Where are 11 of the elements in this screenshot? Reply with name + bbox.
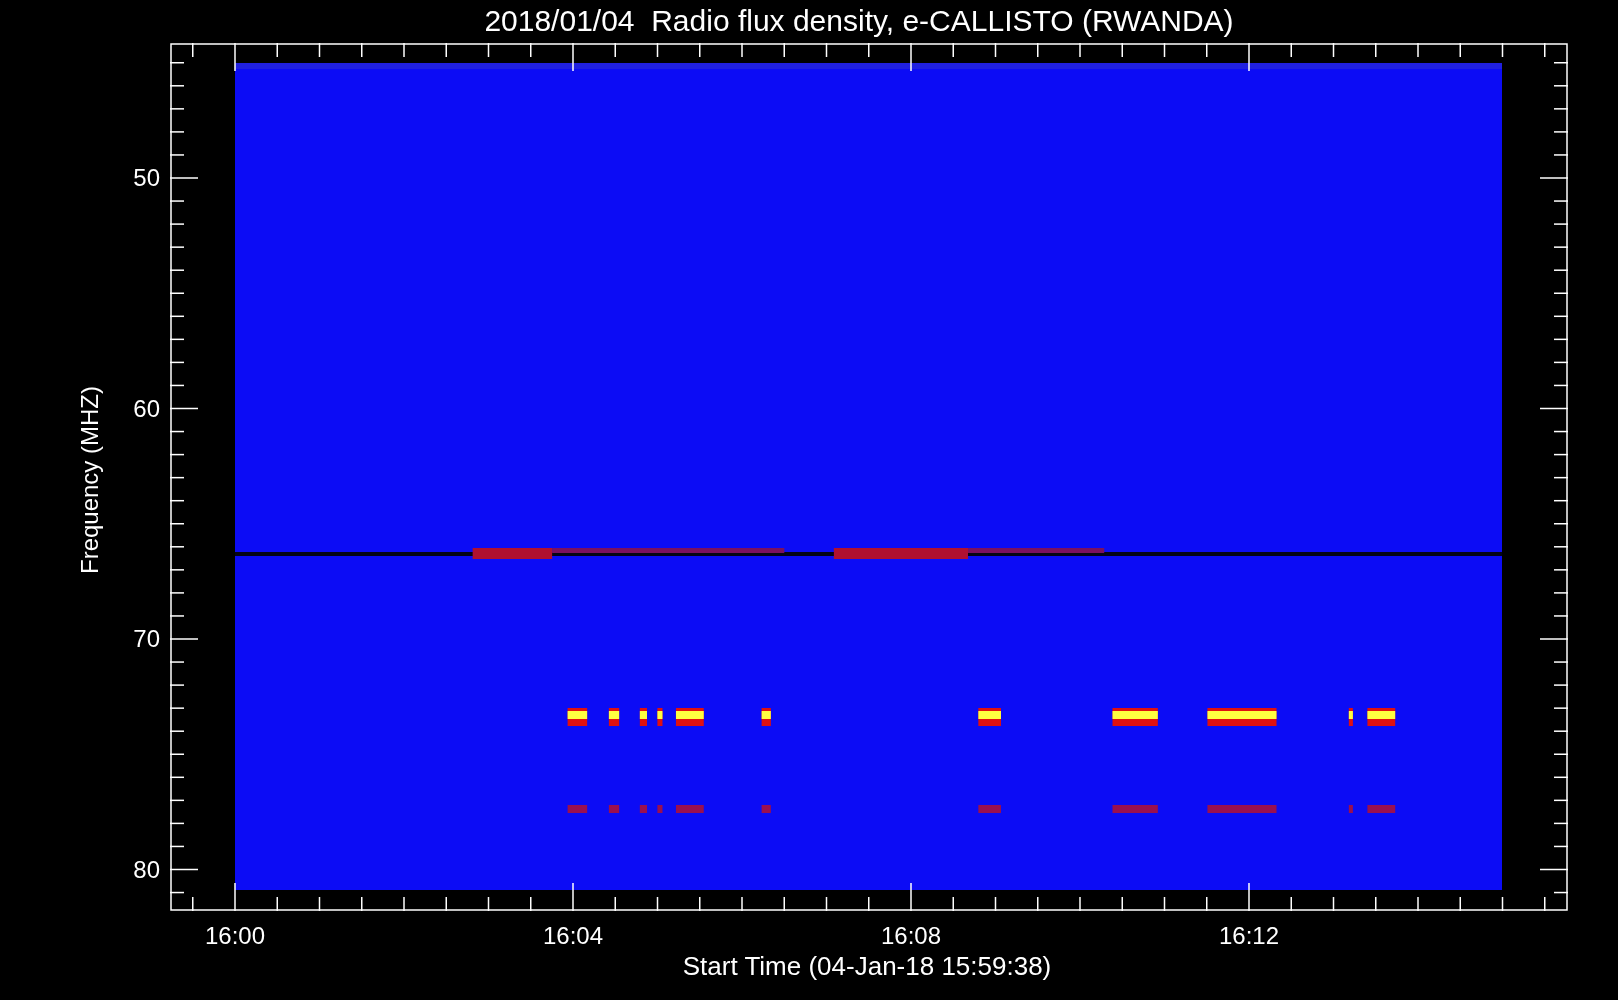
- y-tick-label: 80: [132, 855, 160, 884]
- x-axis-label: Start Time (04-Jan-18 15:59:38): [682, 951, 1052, 981]
- chart-title: 2018/01/04 Radio flux density, e-CALLISTO (RWANDA): [484, 3, 1234, 39]
- y-tick-label: 70: [132, 625, 160, 653]
- y-axis-label: Frequency (MHZ): [76, 386, 104, 574]
- x-tick-label: 16:00: [203, 922, 267, 950]
- y-tick-label: 60: [132, 394, 160, 423]
- x-tick-label: 16:08: [879, 922, 943, 950]
- y-tick-label: 50: [132, 164, 160, 192]
- x-tick-label: 16:12: [1217, 922, 1281, 950]
- x-tick-label: 16:04: [541, 922, 605, 950]
